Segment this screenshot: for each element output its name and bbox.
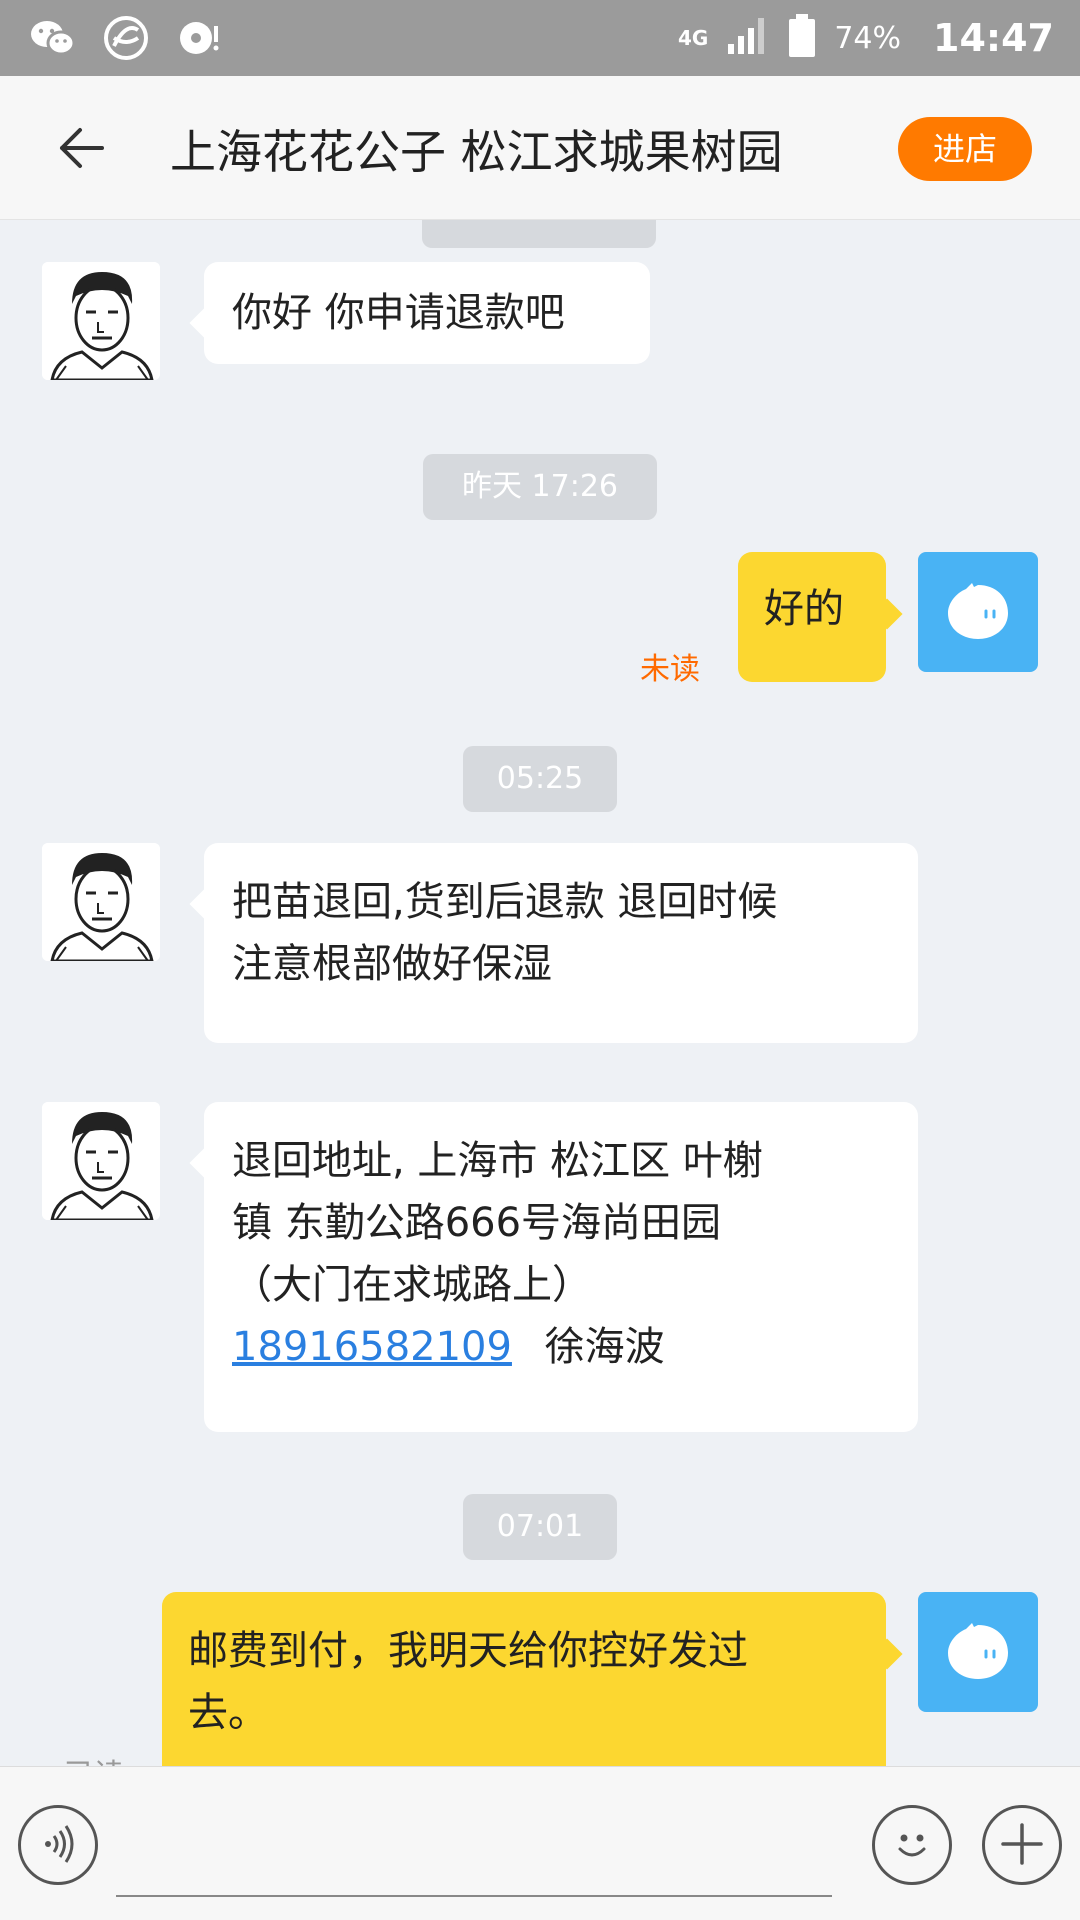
message-line: 注意根部做好保湿 (232, 941, 552, 987)
read-status: 已读 (64, 1750, 124, 1766)
time-pill: 昨天 17:26 (423, 454, 657, 520)
contact-line: 18916582109 徐海波 (232, 1316, 890, 1378)
input-bar (0, 1766, 1080, 1920)
page-title: 上海花花公子 松江求城果树园 (170, 125, 783, 179)
signal-icon (726, 16, 770, 60)
message-text: 你好 你申请退款吧 (232, 290, 565, 336)
time-pill: 05:25 (463, 746, 617, 812)
music-icon (176, 14, 224, 62)
time-pill-partial (422, 220, 656, 248)
voice-icon (36, 1822, 80, 1869)
message-list[interactable]: 你好 你申请退款吧 昨天 17:26 好的 未读 05:25 把苗退回,货到后退… (0, 220, 1080, 1766)
seller-avatar[interactable] (42, 843, 160, 961)
status-bar: 4G 74% 14:47 (0, 0, 1080, 76)
time-pill: 07:01 (463, 1494, 617, 1560)
message-bubble[interactable]: 邮费到付，我明天给你控好发过 去。 (162, 1592, 886, 1766)
message-input[interactable] (116, 1895, 832, 1897)
unread-status: 未读 (640, 652, 700, 687)
message-line: 镇 东勤公路666号海尚田园 (232, 1200, 722, 1246)
seller-avatar[interactable] (42, 1102, 160, 1220)
clock: 14:47 (933, 16, 1054, 60)
message-bubble[interactable]: 把苗退回,货到后退款 退回时候 注意根部做好保湿 (204, 843, 918, 1043)
message-bubble[interactable]: 退回地址, 上海市 松江区 叶榭 镇 东勤公路666号海尚田园 （大门在求城路上… (204, 1102, 918, 1432)
message-text: 好的 (764, 586, 844, 632)
message-bubble[interactable]: 好的 (738, 552, 886, 682)
voice-button[interactable] (18, 1805, 98, 1885)
message-line: 把苗退回,货到后退款 退回时候 (232, 879, 778, 925)
phone-link[interactable]: 18916582109 (232, 1324, 512, 1370)
chat-header: 上海花花公子 松江求城果树园 进店 (0, 76, 1080, 220)
wechat-icon (28, 14, 76, 62)
message-line: 邮费到付，我明天给你控好发过 (188, 1628, 748, 1674)
battery-percent: 74% (834, 20, 902, 56)
emoji-icon (887, 1819, 937, 1872)
contact-name: 徐海波 (544, 1324, 665, 1370)
carrier-icon (102, 14, 150, 62)
emoji-button[interactable] (872, 1805, 952, 1885)
my-avatar[interactable] (918, 552, 1038, 672)
message-line: 去。 (188, 1690, 268, 1736)
network-type: 4G (678, 26, 709, 50)
back-arrow-icon[interactable] (52, 118, 112, 178)
seller-avatar[interactable] (42, 262, 160, 380)
battery-icon (788, 14, 816, 62)
message-bubble[interactable]: 你好 你申请退款吧 (204, 262, 650, 364)
enter-shop-button[interactable]: 进店 (898, 117, 1032, 181)
message-line: 退回地址, 上海市 松江区 叶榭 (232, 1138, 763, 1184)
message-line: （大门在求城路上） (232, 1262, 592, 1308)
my-avatar[interactable] (918, 1592, 1038, 1712)
more-button[interactable] (982, 1805, 1062, 1885)
plus-icon (999, 1821, 1045, 1870)
